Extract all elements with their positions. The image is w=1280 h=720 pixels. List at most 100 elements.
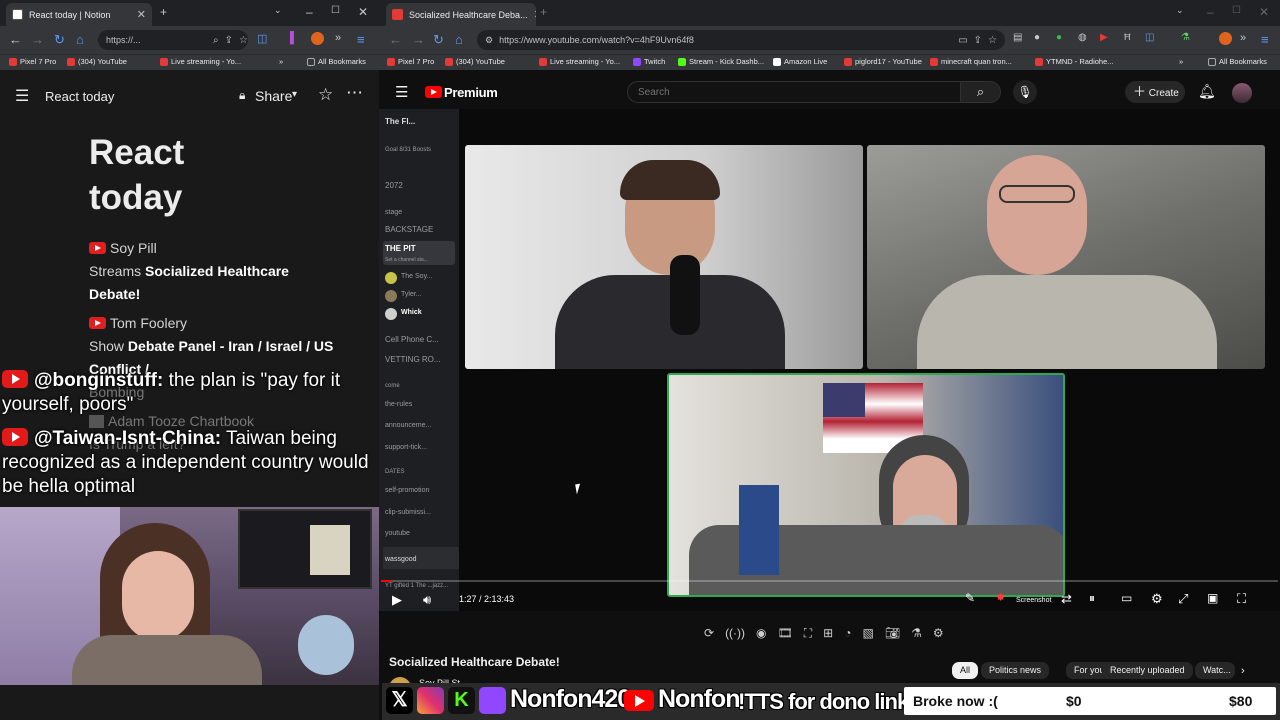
play-icon[interactable]: ▶ [392,592,402,608]
home-icon[interactable]: ⌂ [76,32,84,47]
bookmark-item[interactable]: Live streaming - Yo... [539,57,620,66]
bookmark-item[interactable]: Pixel 7 Pro [387,57,434,66]
url-field[interactable]: https://... ⌕ ⇪ ☆ [98,30,248,50]
tab-search-icon[interactable]: ⌄ [1176,5,1184,16]
bookmark-item[interactable]: Live streaming - Yo... [160,57,241,66]
settings-gear-icon[interactable]: ⚙ [1151,591,1163,607]
tab-youtube[interactable]: Socialized Healthcare Deba... ✕ [386,3,536,26]
image-icon[interactable]: ▧ [862,626,873,641]
all-bookmarks[interactable]: All Bookmarks [307,57,366,66]
eye-icon[interactable]: ◉ [756,626,766,641]
chip-all[interactable]: All [952,662,979,679]
subtitles-icon[interactable]: ▭ [1121,591,1132,605]
crop-icon[interactable]: ⛶ [804,626,812,641]
more-bookmarks-icon[interactable]: » [1179,57,1183,66]
loop-icon[interactable]: ⟳ [704,626,714,641]
create-button[interactable]: ＋ Create [1125,81,1185,103]
site-info-icon[interactable]: ⚙ [485,35,493,46]
profile-avatar[interactable] [1219,32,1232,45]
flask-icon[interactable]: ⚗ [911,626,922,641]
bookmark-item[interactable]: (304) YouTube [445,57,505,66]
record-icon[interactable]: ✸ [996,591,1005,604]
bookmark-item[interactable]: Twitch [633,57,665,66]
theater-mode-icon[interactable]: ▣ [1207,591,1218,605]
minimize-icon[interactable]: – [1207,5,1214,19]
chevron-right-icon[interactable]: › [1241,665,1245,677]
speed-icon[interactable]: ◔ [844,626,851,641]
volume-icon[interactable]: 🔊︎ [423,592,431,608]
progress-track[interactable] [381,580,1278,582]
video-player[interactable] [459,109,1280,611]
close-icon[interactable]: ✕ [534,8,536,21]
camera-icon[interactable]: 📷︎ [885,626,900,641]
extension-icon[interactable]: ▤ [1013,32,1022,43]
chevron-down-icon[interactable]: ▾ [292,89,297,100]
favorite-star-icon[interactable]: ☆ [318,85,333,105]
share-button[interactable]: Share [255,88,292,104]
more-extensions-icon[interactable]: » [1240,32,1246,44]
extension-icon[interactable]: Ħ [1124,32,1131,42]
search-button[interactable]: ⌕ [961,81,1001,103]
share-page-icon[interactable]: ⇪ [974,35,982,46]
window-close-icon[interactable]: ✕ [358,5,368,19]
guide-menu-icon[interactable]: ☰ [395,83,408,101]
page-breadcrumb[interactable]: React today [45,89,114,104]
extension-icon[interactable]: ◍ [1078,32,1087,43]
bookmark-item[interactable]: Pixel 7 Pro [9,57,56,66]
close-icon[interactable]: ✕ [137,8,146,21]
extension-icon[interactable]: ◫ [1145,32,1154,43]
pencil-icon[interactable]: ✎ [965,591,975,605]
extension-icon[interactable]: ▶ [1100,32,1108,43]
youtube-logo-text[interactable]: Premium [444,85,498,100]
new-tab-icon[interactable]: + [540,5,547,19]
extension-icon[interactable]: ◫ [257,32,267,45]
gear-icon[interactable]: ⚙ [933,626,944,641]
bookmark-item[interactable]: Stream - Kick Dashb... [678,57,764,66]
reload-icon[interactable]: ↻ [54,32,65,48]
more-bookmarks-icon[interactable]: » [279,57,283,66]
back-icon[interactable]: ← [389,32,402,47]
minimize-icon[interactable]: – [306,5,313,19]
reload-icon[interactable]: ↻ [433,32,444,48]
notifications-bell-icon[interactable]: 🔔︎ [1198,83,1216,100]
extension-icon[interactable]: ▌ [290,32,298,44]
film-icon[interactable]: 🎞︎ [778,626,793,641]
grid-icon[interactable]: ⊞ [823,626,833,641]
zoom-icon[interactable]: ⌕ [213,35,219,46]
bookmark-star-icon[interactable]: ☆ [239,35,248,46]
chip-politics-news[interactable]: Politics news [981,662,1050,679]
tab-notion[interactable]: React today | Notion ✕ [6,3,152,26]
bookmark-item[interactable]: piglord17 - YouTube [844,57,922,66]
fullscreen-icon[interactable]: ⛶ [1237,591,1246,607]
extension-icon[interactable]: ⚗ [1181,32,1190,43]
back-icon[interactable]: ← [9,32,22,47]
home-icon[interactable]: ⌂ [455,32,463,47]
forward-icon[interactable]: → [412,32,425,47]
profile-avatar[interactable] [311,32,324,45]
pause-toggle-icon[interactable]: ⏸ [1089,591,1095,606]
miniplayer-icon[interactable]: ⤢ [1178,591,1188,607]
menu-icon[interactable]: ≡ [357,32,365,47]
chip-watched[interactable]: Watc... [1195,662,1235,679]
bookmark-item[interactable]: YTMND - Radiohe... [1035,57,1114,66]
sidebar-toggle-icon[interactable]: ☰ [15,86,29,106]
audio-icon[interactable]: ((·)) [725,626,745,641]
window-close-icon[interactable]: ✕ [1259,5,1269,19]
search-input[interactable] [627,81,961,103]
extension-icon[interactable]: ● [1056,32,1062,43]
screenshot-label[interactable]: Screenshot [1016,597,1051,604]
new-tab-icon[interactable]: + [160,5,167,19]
voice-search-icon[interactable]: 🎙︎ [1013,80,1037,104]
more-extensions-icon[interactable]: » [335,32,341,44]
cast-icon[interactable]: ▭ [958,35,967,46]
bookmark-item[interactable]: minecraft quan tron... [930,57,1012,66]
bookmark-star-icon[interactable]: ☆ [988,35,997,46]
more-options-icon[interactable]: ⋯ [346,83,363,103]
menu-icon[interactable]: ≡ [1261,32,1269,47]
autoplay-icon[interactable]: ⇄ [1061,591,1072,607]
extension-icon[interactable]: ● [1034,32,1040,43]
list-item[interactable]: Soy Pill Streams Socialized Healthcare D… [89,237,329,306]
share-page-icon[interactable]: ⇪ [225,35,233,46]
url-field[interactable]: ⚙ https://www.youtube.com/watch?v=4hF9Uv… [477,30,1005,50]
forward-icon[interactable]: → [31,32,44,47]
